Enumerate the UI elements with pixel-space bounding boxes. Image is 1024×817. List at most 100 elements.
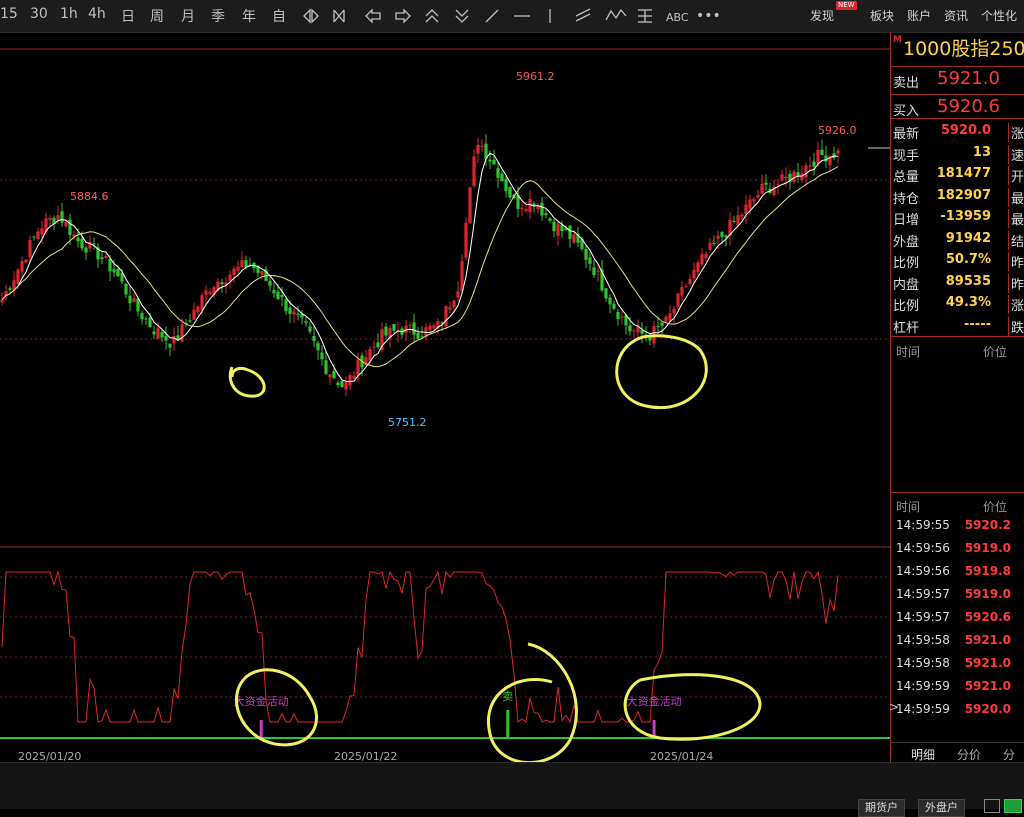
quote-row: 日增 -13959 最低 — [891, 206, 1024, 228]
tick-row: 14:59:56 5919.0 — [891, 537, 1024, 560]
foreign-account-button[interactable]: 外盘户 — [918, 799, 965, 817]
candle-body — [540, 202, 544, 216]
quote-row: 现手 13 速涨 — [891, 142, 1024, 164]
candle-body — [464, 222, 468, 258]
tick-price: 5920.0 — [964, 702, 1011, 716]
double-down-icon[interactable] — [455, 9, 469, 23]
tick-time: 14:59:59 — [896, 679, 950, 693]
period-30[interactable]: 30 — [30, 6, 48, 22]
tab-price-dist[interactable]: 分价 — [957, 746, 981, 763]
candle-body — [596, 270, 600, 272]
candle-body — [712, 242, 716, 244]
candle-body — [488, 159, 492, 162]
period-4h[interactable]: 4h — [88, 6, 106, 22]
quote-row: 持仓 182907 最高 — [891, 185, 1024, 207]
candle-body — [40, 228, 44, 235]
panel-tabs: 明细 分价 分笔 — [891, 742, 1024, 779]
candle-body — [0, 299, 4, 303]
quote-value: 91942 — [945, 230, 991, 246]
candle-body — [692, 269, 696, 279]
candle-body — [688, 278, 692, 284]
arrow-right-icon[interactable] — [395, 8, 411, 24]
quote-label: 持仓 — [893, 191, 920, 207]
candle-body — [572, 234, 576, 243]
quote-label: 总量 — [893, 170, 920, 185]
layout-icon[interactable] — [1004, 799, 1022, 813]
settings-icon[interactable] — [984, 799, 1000, 813]
quote-label: 最新 — [893, 127, 920, 142]
candle-body — [592, 267, 596, 276]
quote-value: 5920.0 — [940, 123, 991, 138]
candle-body — [552, 221, 556, 232]
candle-body — [716, 235, 720, 239]
period-day[interactable]: 日 — [121, 6, 135, 26]
zoom-in-icon[interactable] — [303, 8, 319, 24]
kline-chart[interactable]: 5884.6 5961.2 5751.2 5926.0 大资金活动卖大资金活动 … — [0, 32, 890, 764]
tick-row: 14:59:55 5920.2 — [891, 514, 1024, 537]
annotation-circle-2 — [615, 334, 708, 410]
candle-body — [756, 195, 760, 198]
period-1h[interactable]: 1h — [60, 6, 78, 22]
fib-tool-icon[interactable] — [638, 9, 652, 23]
tick-row: >14:59:59 5920.0 — [889, 698, 1024, 721]
candle-body — [568, 225, 572, 239]
candle-body — [296, 314, 300, 316]
more-icon[interactable]: ••• — [696, 8, 720, 24]
menu-sector[interactable]: 板块 — [870, 7, 894, 24]
arrow-left-icon[interactable] — [365, 8, 381, 24]
tick-time: 14:59:58 — [896, 633, 950, 647]
candle-body — [312, 335, 316, 341]
candle-body — [420, 336, 424, 338]
candle-body — [812, 161, 816, 167]
candle-body — [336, 382, 340, 386]
candle-body — [472, 156, 476, 187]
period-custom[interactable]: 自 — [272, 6, 286, 26]
quote-row: 总量 181477 开盘 — [891, 163, 1024, 185]
candle-body — [36, 231, 40, 240]
menu-account[interactable]: 账户 — [907, 7, 931, 24]
candle-body — [144, 318, 148, 320]
quote-row: 比例 50.7% 昨收 — [891, 249, 1024, 271]
contract-mark: M — [893, 35, 902, 45]
period-month[interactable]: 月 — [181, 6, 195, 26]
text-tool-icon[interactable]: ABC — [666, 11, 689, 24]
candle-body — [608, 297, 612, 305]
candle-body — [340, 380, 344, 388]
candle-body — [372, 346, 376, 348]
line-tool-icon[interactable] — [485, 9, 499, 23]
period-15[interactable]: 15 — [0, 6, 18, 22]
header-time-2: 时间 — [896, 500, 921, 514]
quote-label: 杠杆 — [893, 320, 920, 336]
tick-time: 14:59:57 — [896, 587, 950, 601]
double-up-icon[interactable] — [425, 9, 439, 23]
candle-body — [24, 259, 28, 263]
futures-account-button[interactable]: 期货户 — [858, 799, 905, 817]
toolbar: 15 30 1h 4h 日 周 月 季 年 自 ABC ••• 发现 NEW 板… — [0, 0, 1024, 33]
candle-body — [152, 331, 156, 335]
candle-body — [260, 271, 264, 275]
quote-value: ----- — [964, 316, 991, 332]
candle-body — [196, 306, 200, 313]
zoom-out-icon[interactable] — [333, 9, 345, 23]
period-week[interactable]: 周 — [150, 6, 164, 26]
period-season[interactable]: 季 — [211, 6, 225, 26]
tick-price: 5920.6 — [964, 610, 1011, 624]
contract-name[interactable]: 1000股指250 — [903, 34, 1024, 61]
candle-body — [228, 274, 232, 281]
parallel-tool-icon[interactable] — [575, 8, 591, 22]
period-year[interactable]: 年 — [242, 6, 256, 26]
chart-area[interactable]: 5884.6 5961.2 5751.2 5926.0 大资金活动卖大资金活动 … — [0, 32, 890, 764]
candle-body — [524, 209, 528, 212]
quote-extra-label: 昨结 — [1008, 273, 1024, 293]
quote-row: 杠杆 ----- 跌停 — [891, 314, 1024, 336]
sell-row: 卖出 5921.0 — [891, 66, 1024, 91]
zigzag-tool-icon[interactable] — [605, 8, 627, 21]
tick-time: 14:59:58 — [896, 656, 950, 670]
tab-detail[interactable]: 明细 — [911, 746, 935, 763]
menu-discover[interactable]: 发现 — [810, 7, 834, 24]
candle-body — [780, 174, 784, 181]
menu-news[interactable]: 资讯 — [944, 7, 968, 24]
menu-personalize[interactable]: 个性化 — [981, 7, 1017, 24]
candle-body — [752, 198, 756, 202]
header-price-2: 价位 — [983, 500, 1008, 514]
